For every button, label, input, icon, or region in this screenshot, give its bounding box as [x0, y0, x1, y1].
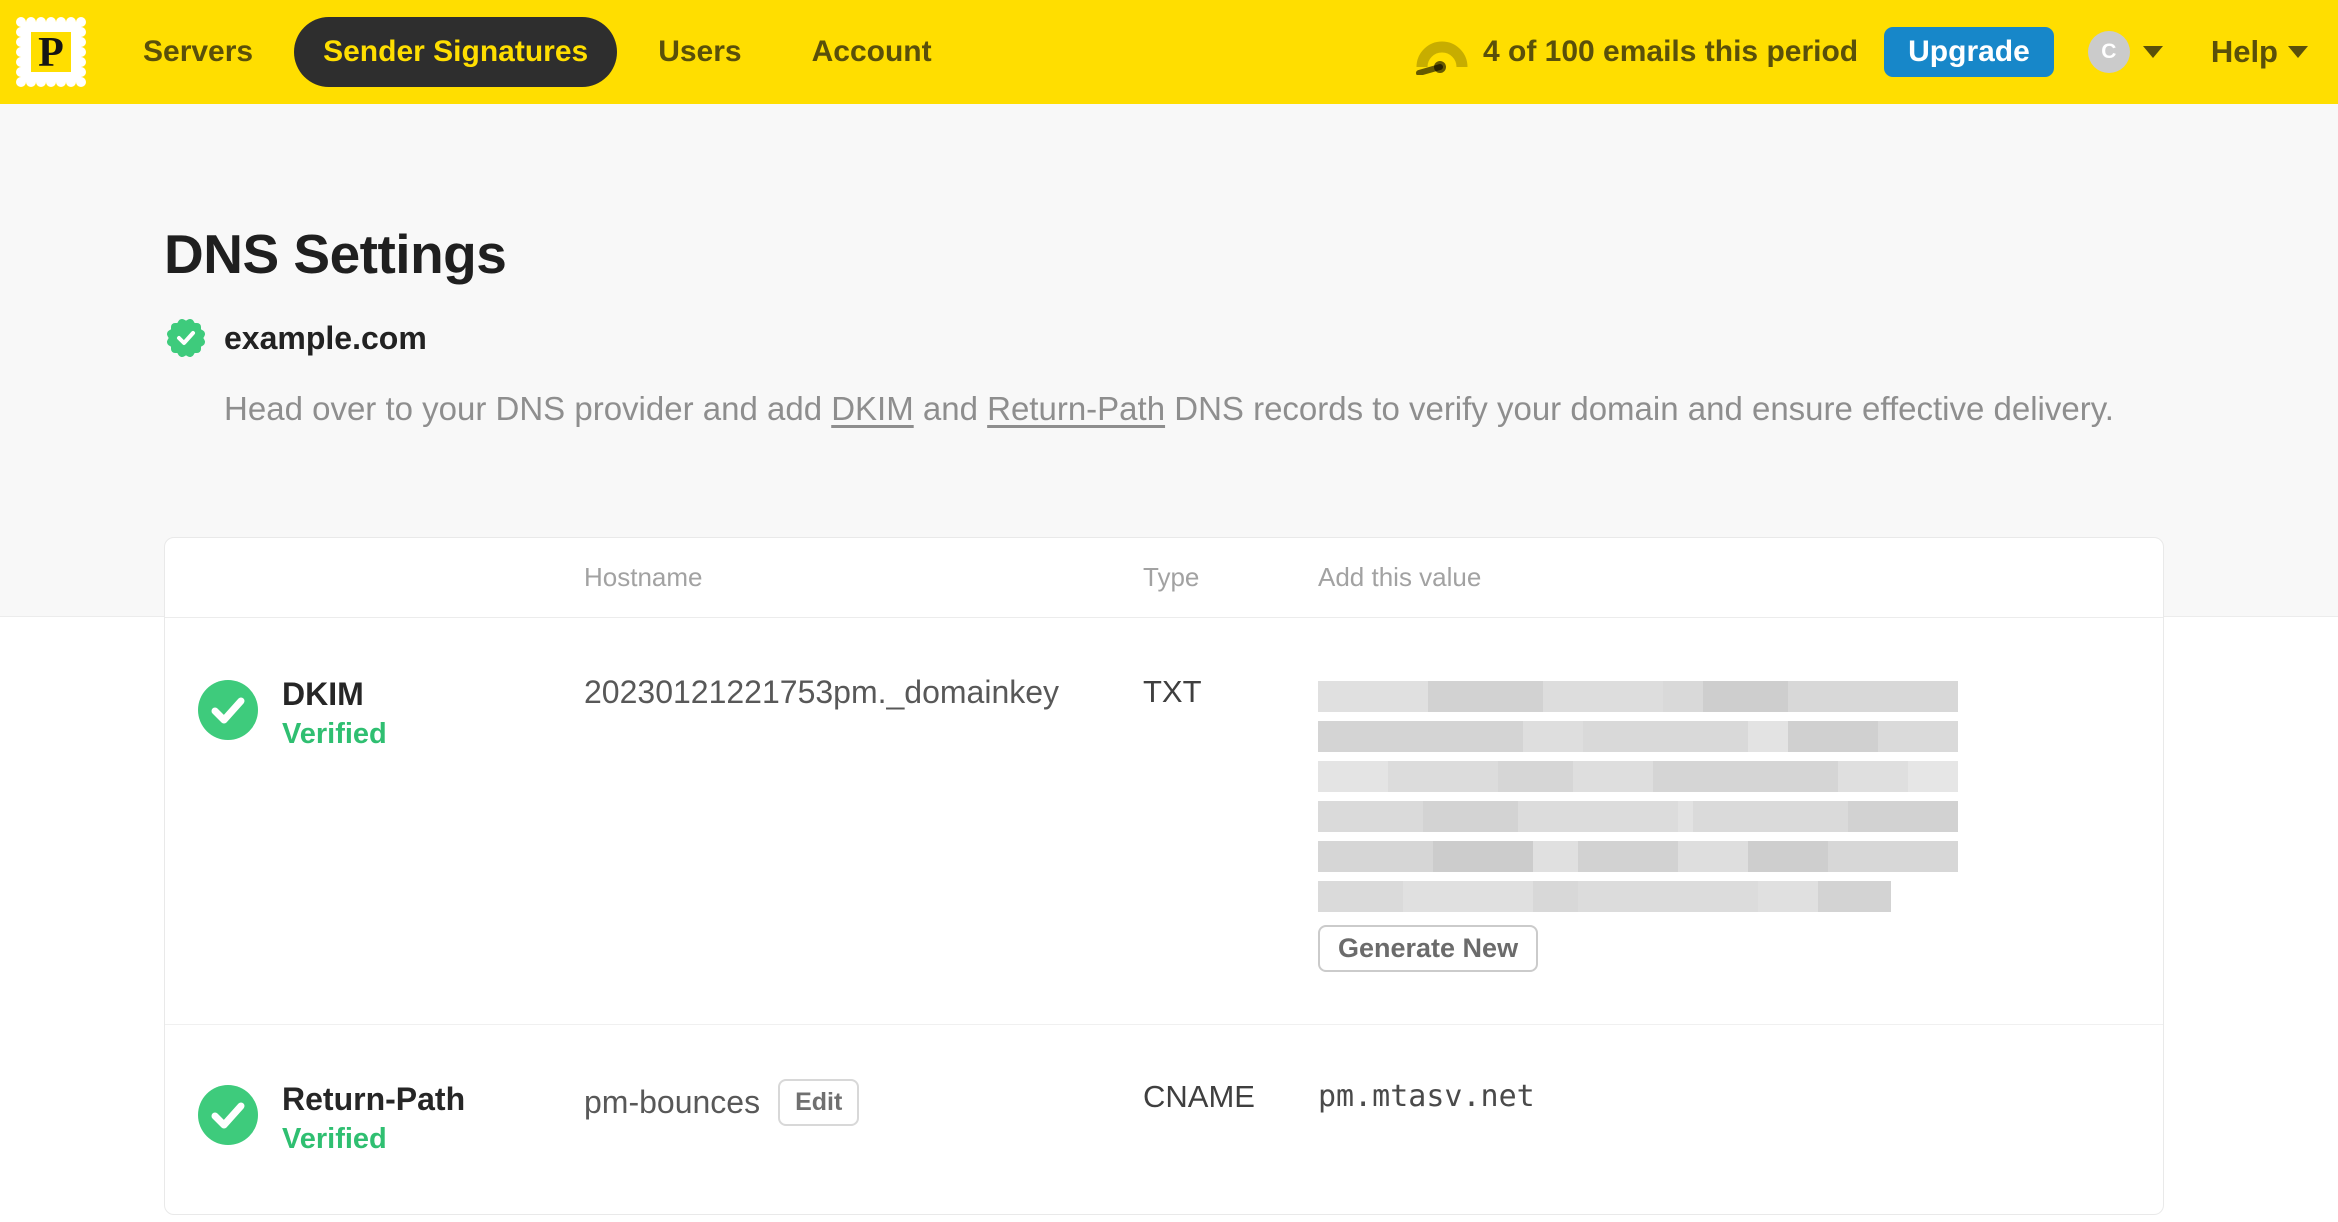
- avatar[interactable]: C: [2087, 31, 2130, 73]
- help-menu[interactable]: Help: [2211, 34, 2308, 70]
- record-name: Return-Path: [282, 1081, 466, 1117]
- verified-seal-icon: [164, 316, 208, 360]
- return-path-hostname: pm-bounces: [584, 1084, 761, 1120]
- table-row-dkim: DKIM Verified 20230121221753pm._domainke…: [165, 618, 2163, 1025]
- usage-gauge-icon: [1415, 41, 1468, 75]
- usage-summary: 4 of 100 emails this period: [1482, 35, 1859, 68]
- dkim-link[interactable]: DKIM: [831, 390, 914, 427]
- nav-item-servers[interactable]: Servers: [143, 35, 253, 69]
- record-name: DKIM: [282, 676, 364, 712]
- header-type: Type: [1143, 562, 1200, 592]
- redacted-dkim-value: [1318, 681, 1958, 912]
- return-path-link[interactable]: Return-Path: [987, 390, 1165, 427]
- record-status: Verified: [282, 1123, 387, 1155]
- main-nav: Servers Sender Signatures Users Account: [143, 17, 932, 87]
- upgrade-button[interactable]: Upgrade: [1884, 27, 2054, 77]
- nav-item-account[interactable]: Account: [812, 35, 932, 69]
- nav-item-users[interactable]: Users: [658, 35, 741, 69]
- return-path-record-type: CNAME: [1143, 1079, 1255, 1114]
- page-title: DNS Settings: [164, 223, 507, 285]
- dns-records-card: Hostname Type Add this value DKIM Verifi…: [164, 537, 2164, 1215]
- desc-text: Head over to your DNS provider and add: [224, 390, 832, 427]
- table-row-return-path: Return-Path Verified pm-bounces Edit CNA…: [165, 1025, 2163, 1214]
- desc-text: DNS records to verify your domain and en…: [1165, 390, 2114, 427]
- edit-button[interactable]: Edit: [778, 1079, 860, 1126]
- return-path-value: pm.mtasv.net: [1318, 1079, 1535, 1114]
- verified-check-icon: [198, 1085, 258, 1145]
- verified-check-icon: [198, 680, 258, 740]
- postmark-logo[interactable]: P: [12, 13, 90, 91]
- chevron-down-icon: [2142, 46, 2163, 58]
- desc-text: and: [913, 390, 988, 427]
- navbar-right: 4 of 100 emails this period Upgrade C He…: [1415, 27, 2308, 77]
- dkim-record-type: TXT: [1143, 674, 1202, 709]
- help-label: Help: [2210, 34, 2278, 69]
- record-status: Verified: [282, 718, 387, 750]
- table-header-row: Hostname Type Add this value: [165, 538, 2163, 618]
- top-navbar: P Servers Sender Signatures Users Accoun…: [0, 0, 2338, 104]
- header-hostname: Hostname: [584, 562, 703, 592]
- dns-instructions: Head over to your DNS provider and add D…: [164, 384, 2174, 434]
- logo-letter: P: [38, 30, 64, 76]
- domain-row: example.com: [164, 316, 2174, 360]
- domain-name: example.com: [224, 319, 427, 356]
- header-add-this-value: Add this value: [1318, 562, 1482, 592]
- generate-new-button[interactable]: Generate New: [1318, 925, 1539, 972]
- account-menu[interactable]: C: [2087, 31, 2163, 73]
- dkim-hostname: 20230121221753pm._domainkey: [584, 674, 1060, 710]
- chevron-down-icon: [2288, 46, 2308, 58]
- nav-item-sender-signatures[interactable]: Sender Signatures: [294, 17, 618, 87]
